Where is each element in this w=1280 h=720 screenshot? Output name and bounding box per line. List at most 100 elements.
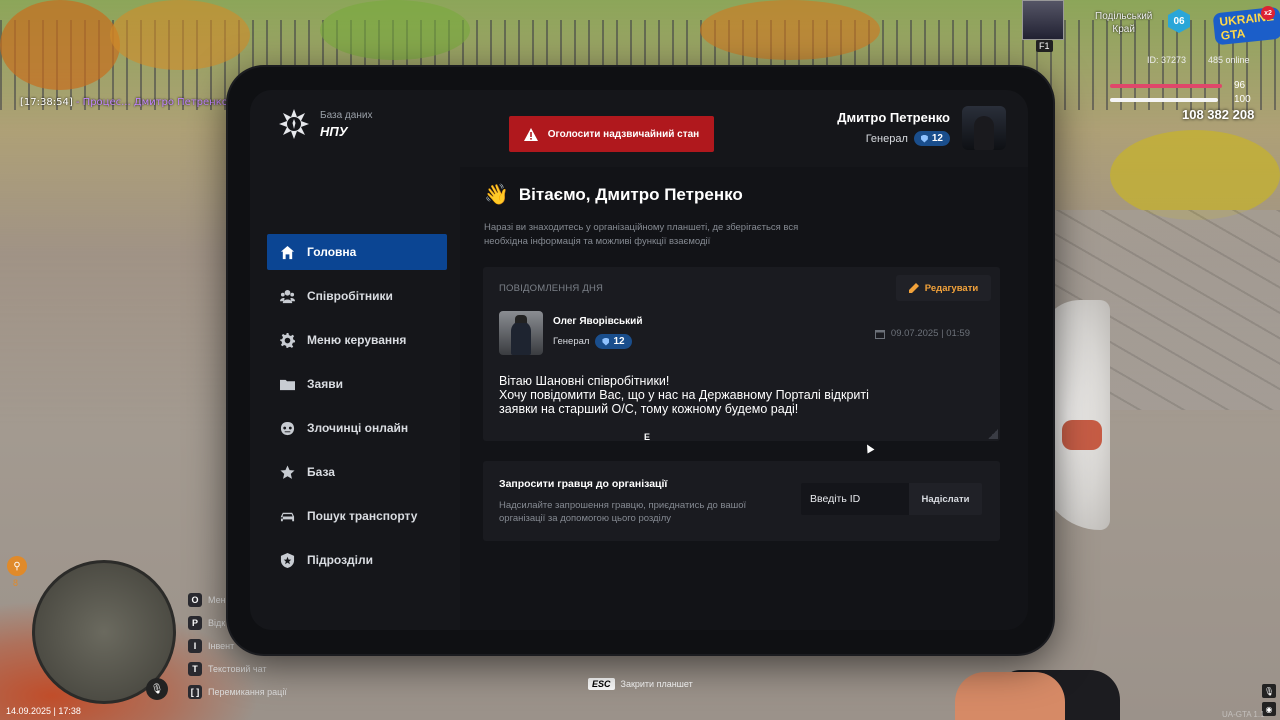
star-icon xyxy=(280,464,295,480)
background-tree xyxy=(1110,130,1280,220)
send-invite-button[interactable]: Надіслати xyxy=(909,483,982,515)
user-avatar xyxy=(962,106,1006,150)
users-icon xyxy=(280,289,295,304)
sidebar-item-label: Меню керування xyxy=(307,333,407,347)
hotkey-row: T Текстовий чат xyxy=(188,657,287,680)
resize-handle-icon[interactable] xyxy=(988,429,998,439)
motd-date: 09.07.2025 | 01:59 xyxy=(874,328,970,339)
hotkey-key: O xyxy=(188,592,202,607)
zoom-level: 8 xyxy=(13,578,19,588)
sidebar-item-employees[interactable]: Співробітники xyxy=(267,278,447,314)
car-icon xyxy=(280,509,295,524)
hotkey-key: P xyxy=(188,615,202,630)
zoom-icon: ⚲ xyxy=(7,556,27,576)
folder-icon xyxy=(280,377,295,392)
hud-region-line1: Подільський xyxy=(1095,11,1153,22)
sidebar-item-label: Співробітники xyxy=(307,289,393,303)
sidebar-item-label: Головна xyxy=(307,245,357,259)
hud-player-avatar xyxy=(1022,0,1064,40)
warning-icon xyxy=(523,127,538,141)
background-car-light xyxy=(1062,420,1102,450)
armor-value: 100 xyxy=(1234,94,1251,105)
hud-player-id: ID: 37273 xyxy=(1147,55,1187,65)
motd-label: ПОВІДОМЛЕННЯ ДНЯ xyxy=(499,283,604,294)
hotkey-label: Відк xyxy=(208,617,226,628)
welcome-title: Вітаємо, Дмитро Петренко xyxy=(518,184,743,204)
motd-date-text: 09.07.2025 | 01:59 xyxy=(890,328,970,339)
hud-f1-key: F1 xyxy=(1036,40,1053,52)
edit-motd-button[interactable]: Редагувати xyxy=(896,275,991,301)
main-content: 👋 Вітаємо, Дмитро Петренко Наразі ви зна… xyxy=(460,167,1028,630)
sidebar-item-vehicle-search[interactable]: Пошук транспорту xyxy=(267,498,447,534)
hud-online-count: 485 online xyxy=(1208,55,1250,65)
user-rank: Генерал xyxy=(865,132,908,145)
sidebar-item-applications[interactable]: Заяви xyxy=(267,366,447,402)
badge-shield-icon xyxy=(920,134,928,143)
mic-status-icon: 🎙 xyxy=(1262,684,1276,698)
hud-region-line2: Край xyxy=(1112,24,1135,35)
user-level-badge: 12 xyxy=(913,131,950,146)
message-of-the-day: ПОВІДОМЛЕННЯ ДНЯ Редагувати Олег Яворівс… xyxy=(483,267,1000,441)
background-tree xyxy=(0,0,120,90)
close-tablet-hint[interactable]: ESC Закрити планшет xyxy=(588,678,693,690)
sidebar: База даних НПУ Головна Співробітники Мен… xyxy=(250,90,460,630)
tablet: База даних НПУ Головна Співробітники Мен… xyxy=(228,67,1053,654)
hotkey-label: Перемикання рації xyxy=(208,686,287,697)
background-tree xyxy=(700,0,880,60)
invite-player-panel: Запросити гравця до організації Надсилай… xyxy=(483,461,1000,541)
hotkey-key: [ ] xyxy=(188,684,202,699)
armor-bar xyxy=(1110,98,1218,102)
author-rank-row: Генерал 12 xyxy=(553,334,632,349)
criminal-mask-icon xyxy=(280,421,295,436)
motd-message[interactable]: Вітаю Шановні співробітники! Хочу повідо… xyxy=(499,374,969,416)
brand: База даних НПУ xyxy=(278,108,372,140)
user-name: Дмитро Петренко xyxy=(837,110,950,125)
brand-subtitle: База даних xyxy=(320,109,373,121)
sidebar-item-criminals-online[interactable]: Злочинці онлайн xyxy=(267,410,447,446)
money-value: 108 382 208 xyxy=(1182,107,1255,122)
health-value: 96 xyxy=(1234,80,1246,91)
sidebar-item-control-menu[interactable]: Меню керування xyxy=(267,322,447,358)
edit-motd-label: Редагувати xyxy=(924,282,979,294)
author-avatar xyxy=(499,311,543,355)
sidebar-item-label: Пошук транспорту xyxy=(307,509,418,523)
sidebar-item-label: Заяви xyxy=(307,377,343,391)
pencil-icon xyxy=(908,283,919,293)
sidebar-item-database[interactable]: База xyxy=(267,454,447,490)
author-level-badge: 12 xyxy=(595,334,632,349)
close-tablet-label: Закрити планшет xyxy=(620,679,693,689)
calendar-icon xyxy=(874,329,885,339)
hotkey-key: I xyxy=(188,638,202,653)
welcome-heading: 👋 Вітаємо, Дмитро Петренко xyxy=(484,182,743,207)
chat-time: [17:38:54] xyxy=(20,97,73,108)
hotkey-label: Мені xyxy=(208,594,228,605)
background-player-hand xyxy=(955,672,1065,720)
declare-emergency-label: Оголосити надзвичайний стан xyxy=(547,128,700,140)
sidebar-item-label: Злочинці онлайн xyxy=(307,421,409,435)
sidebar-item-home[interactable]: Головна xyxy=(267,234,447,270)
author-name: Олег Яворівський xyxy=(553,316,643,327)
author-rank: Генерал xyxy=(553,336,590,347)
waving-hand-icon: 👋 xyxy=(484,184,509,206)
author-level: 12 xyxy=(613,336,625,347)
police-emblem-icon xyxy=(278,108,310,140)
hotkey-row: [ ] Перемикання рації xyxy=(188,680,287,703)
tablet-screen: База даних НПУ Головна Співробітники Мен… xyxy=(250,90,1028,630)
declare-emergency-button[interactable]: Оголосити надзвичайний стан xyxy=(509,116,714,152)
sidebar-item-label: Підрозділи xyxy=(307,553,373,567)
player-id-input[interactable] xyxy=(801,483,909,515)
background-tree xyxy=(110,0,250,70)
welcome-description: Наразі ви знаходитесь у організаційному … xyxy=(484,222,799,247)
user-profile[interactable]: Дмитро Петренко Генерал 12 xyxy=(837,106,1006,150)
badge-shield-icon xyxy=(602,337,610,346)
microphone-icon: 🎙 xyxy=(146,678,168,700)
user-level: 12 xyxy=(931,133,943,144)
sidebar-item-subdivisions[interactable]: Підрозділи xyxy=(267,542,447,578)
hud-datetime: 14.09.2025 | 17:38 xyxy=(6,706,81,716)
gear-icon xyxy=(280,332,295,348)
home-icon xyxy=(280,245,295,260)
hud-region: Подільський Край xyxy=(1095,10,1152,36)
health-bar xyxy=(1110,84,1222,88)
sidebar-nav: Головна Співробітники Меню керування Зая… xyxy=(267,234,447,586)
invite-title: Запросити гравця до організації xyxy=(499,478,668,490)
